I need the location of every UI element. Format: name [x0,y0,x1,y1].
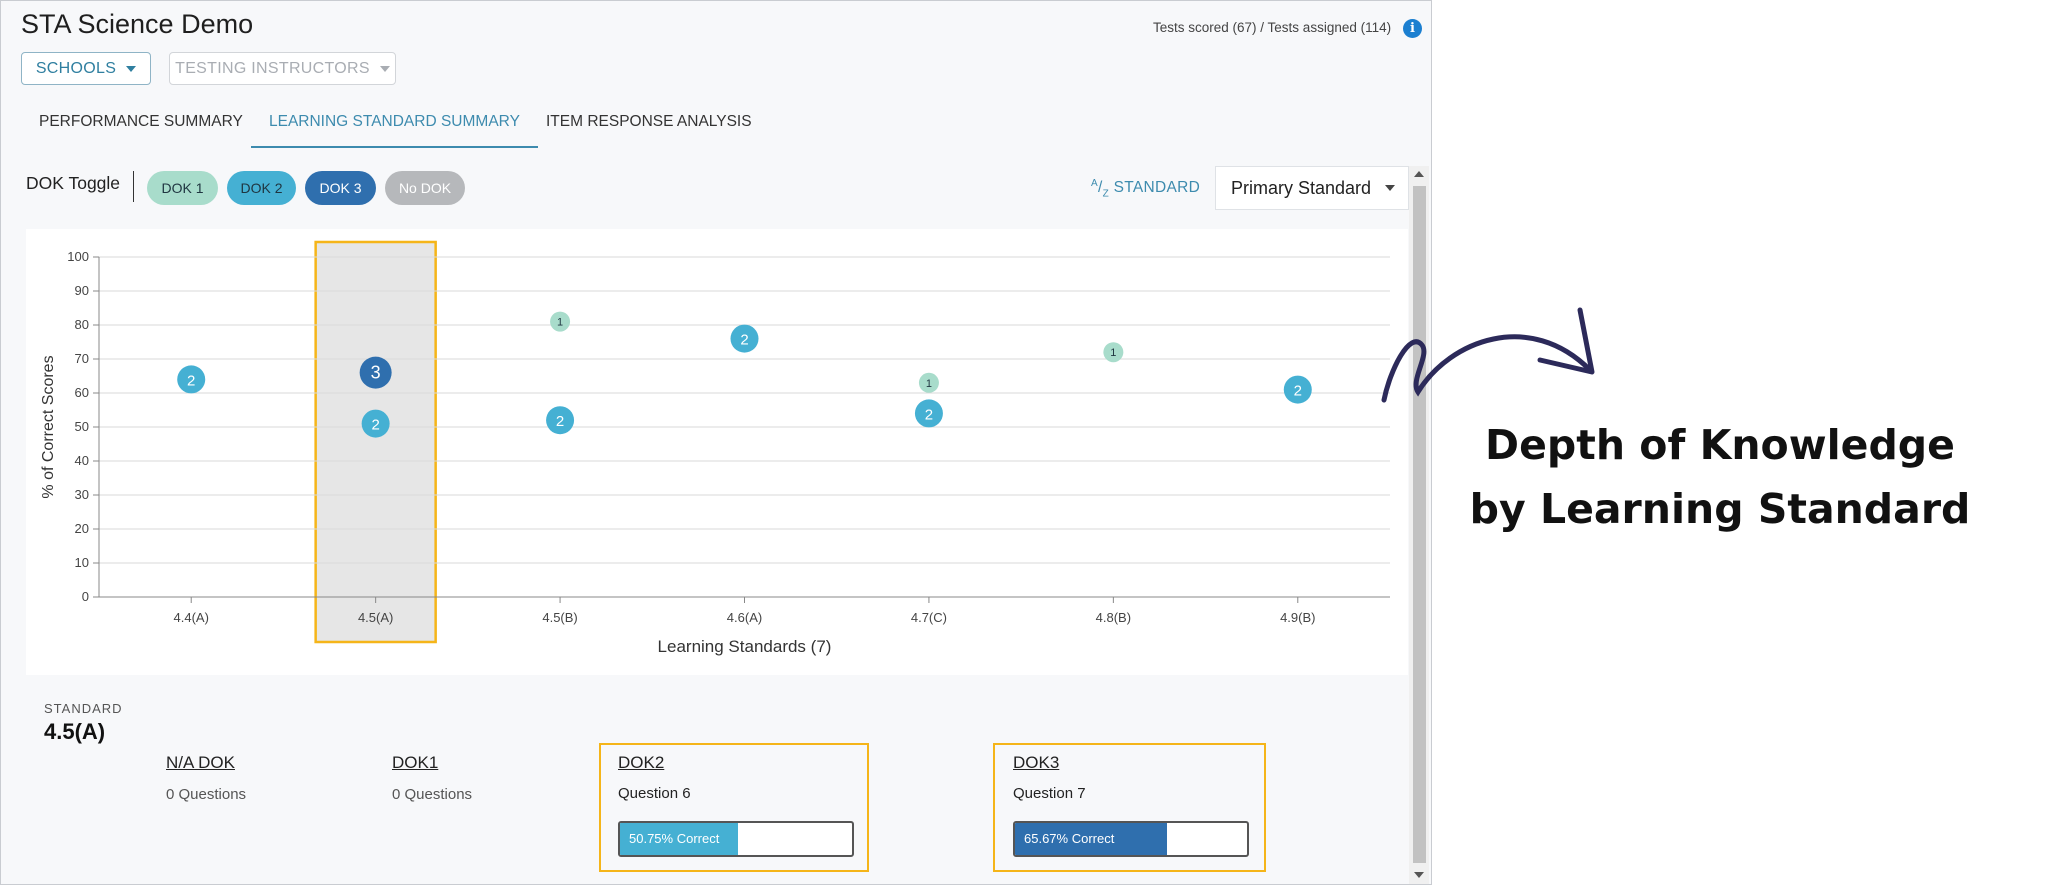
chevron-down-icon [379,65,390,72]
y-tick-label: 50 [75,419,89,434]
tab-performance-summary[interactable]: PERFORMANCE SUMMARY [39,106,243,148]
dok-point-label: 2 [556,413,564,430]
na-dok-heading[interactable]: N/A DOK [166,753,246,773]
dok3-toggle[interactable]: DOK 3 [305,171,376,205]
tests-scored-status: Tests scored (67) / Tests assigned (114) [1153,20,1392,35]
dok2-column: DOK2 Question 6 [618,753,691,802]
dok2-question[interactable]: Question 6 [618,785,691,802]
dok-point-label: 2 [925,406,933,423]
y-axis-label: % of Correct Scores [40,355,57,498]
dok3-heading[interactable]: DOK3 [1013,753,1086,773]
annotation-caption: Depth of Knowledge by Learning Standard [1410,413,2030,541]
dok2-progress-bar: 50.75% Correct [618,821,854,857]
primary-standard-select[interactable]: Primary Standard [1215,166,1409,210]
dok-chart-panel: 0 10 20 30 40 50 60 70 80 90 100 4.4(A) 4.5(A) 4.5(B)… [26,229,1408,675]
y-tick-label: 10 [75,555,89,570]
dok-point-label: 1 [1110,347,1116,359]
y-tick-label: 80 [75,317,89,332]
no-dok-toggle[interactable]: No DOK [385,171,465,205]
y-tick-label: 60 [75,385,89,400]
y-tick-label: 20 [75,521,89,536]
chevron-down-icon [1385,185,1396,191]
dok-point-label: 2 [371,417,379,434]
x-tick-label: 4.5(A) [358,610,393,625]
schools-dropdown[interactable]: SCHOOLS [21,52,151,85]
dok1-heading[interactable]: DOK1 [392,753,472,773]
y-tick-label: 100 [67,249,89,264]
x-tick-label: 4.8(B) [1096,610,1131,625]
standard-value: 4.5(A) [44,719,106,744]
y-tick-label: 90 [75,283,89,298]
primary-standard-value: Primary Standard [1231,177,1372,198]
y-tick-label: 0 [82,589,89,604]
annotation-line-1: Depth of Knowledge [1485,421,1955,469]
x-axis-label: Learning Standards (7) [658,637,832,656]
testing-instructors-label: TESTING INSTRUCTORS [175,59,370,77]
dok-point-label: 2 [740,332,748,349]
sort-standard-label: STANDARD [1113,179,1201,197]
testing-instructors-dropdown[interactable]: TESTING INSTRUCTORS [169,52,396,85]
sort-by-standard-button[interactable]: A/Z STANDARD [1091,178,1200,199]
na-dok-count: 0 Questions [166,786,247,803]
dok3-progress-bar: 65.67% Correct [1013,821,1249,857]
dok3-question[interactable]: Question 7 [1013,785,1086,802]
y-tick-label: 70 [75,351,89,366]
y-tick-label: 30 [75,487,89,502]
dok2-heading[interactable]: DOK2 [618,753,691,773]
dok-point-label: 2 [1294,383,1302,400]
app-window: STA Science Demo Tests scored (67) / Tes… [0,0,1432,885]
standard-label: STANDARD [44,701,123,716]
selected-standard-highlight [314,240,437,644]
info-icon[interactable]: i [1403,19,1422,38]
page-title: STA Science Demo [21,9,254,39]
az-sort-a: A [1091,178,1098,189]
scroll-up-icon[interactable] [1414,171,1424,177]
az-sort-z: Z [1102,188,1110,200]
dok2-toggle[interactable]: DOK 2 [227,171,296,205]
x-tick-label: 4.9(B) [1280,610,1315,625]
x-tick-label: 4.4(A) [174,610,209,625]
schools-label: SCHOOLS [35,59,117,77]
x-tick-label: 4.6(A) [727,610,762,625]
tab-learning-standard-summary[interactable]: LEARNING STANDARD SUMMARY [251,106,538,148]
dok1-count: 0 Questions [392,786,473,803]
dok2-progress-label: 50.75% Correct [629,831,720,846]
annotation-line-2: by Learning Standard [1469,485,1971,533]
chevron-down-icon [126,65,137,72]
x-tick-label: 4.5(B) [542,610,577,625]
dok3-progress-label: 65.67% Correct [1024,831,1115,846]
tab-item-response-analysis[interactable]: ITEM RESPONSE ANALYSIS [546,106,752,148]
y-tick-label: 40 [75,453,89,468]
dok-point-label: 1 [926,378,932,390]
dok1-column: DOK1 0 Questions [392,753,472,803]
dok-point-label: 2 [187,372,195,389]
dok-point-label: 3 [371,363,381,383]
dok3-column: DOK3 Question 7 [1013,753,1086,802]
scroll-down-icon[interactable] [1414,872,1424,878]
divider [133,171,134,202]
curved-arrow-icon [1381,307,1595,403]
dok-scatter-chart: 0 10 20 30 40 50 60 70 80 90 100 4.4(A) 4.5(A) 4.5(B)… [40,240,1390,656]
dok-point-label: 1 [557,317,563,329]
x-tick-label: 4.7(C) [911,610,947,625]
na-dok-column: N/A DOK 0 Questions [166,753,246,803]
dok-toggle-label: DOK Toggle [26,173,121,193]
dok1-toggle[interactable]: DOK 1 [147,171,218,205]
